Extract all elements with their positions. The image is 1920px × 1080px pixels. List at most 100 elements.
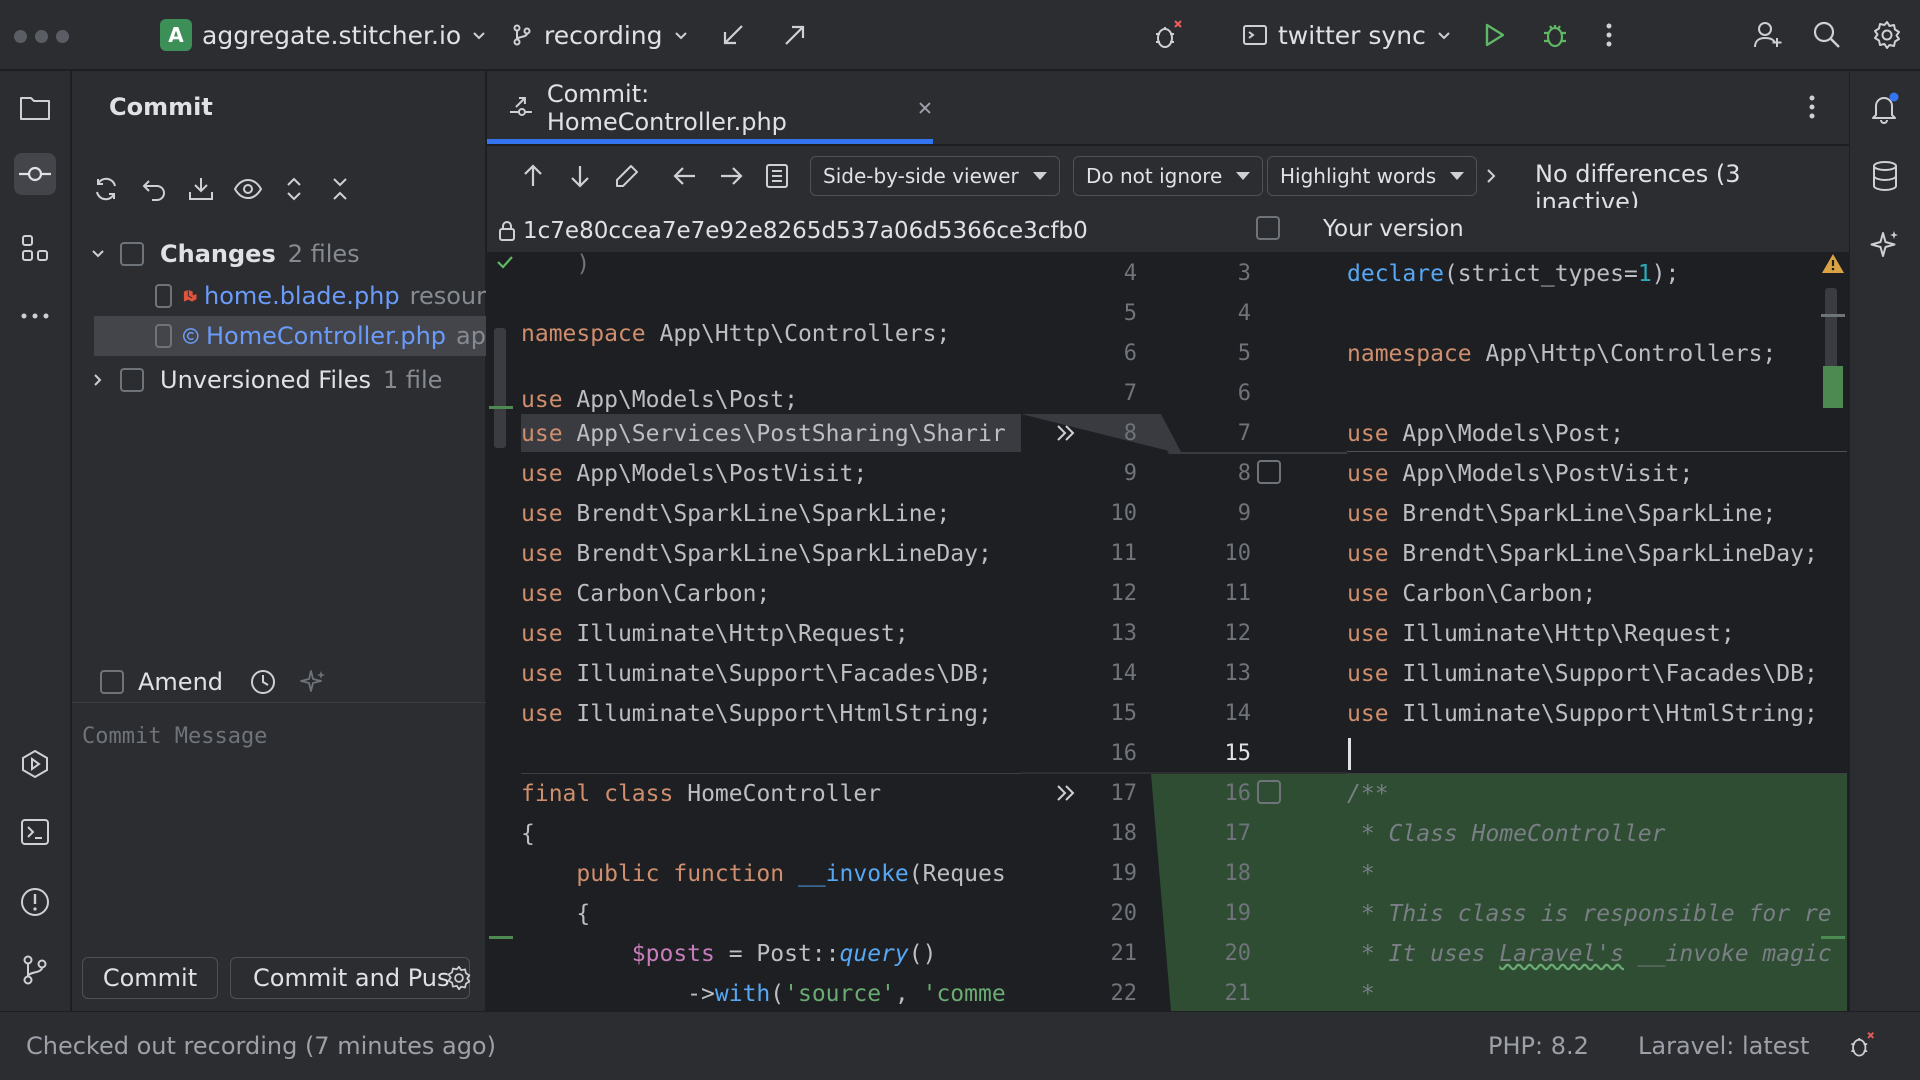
commit-and-push-button[interactable]: Commit and Pus xyxy=(230,957,470,999)
code-with-me-button[interactable] xyxy=(1752,14,1784,56)
project-badge: A xyxy=(160,19,192,51)
code-line: use Brendt\SparkLine\SparkLineDay; xyxy=(521,541,992,567)
next-file-button[interactable] xyxy=(717,162,745,190)
git-tool-button[interactable] xyxy=(14,949,56,991)
code-line: use App\Models\Post; xyxy=(1347,421,1624,447)
download-icon xyxy=(189,178,213,200)
services-tool-button[interactable] xyxy=(14,743,56,785)
right-line-number: 16 xyxy=(1224,781,1252,806)
left-code-pane[interactable]: ) namespace App\Http\Controllers; use Ap… xyxy=(487,252,1021,1011)
status-message[interactable]: Checked out recording (7 minutes ago) xyxy=(26,1032,496,1060)
code-line: { xyxy=(521,821,535,847)
code-line: namespace App\Http\Controllers; xyxy=(521,321,951,347)
more-toolbar-button[interactable] xyxy=(1483,166,1499,186)
settings-button[interactable] xyxy=(1872,14,1902,56)
right-line-number: 18 xyxy=(1224,861,1252,886)
viewer-mode-dropdown[interactable]: Side-by-side viewer xyxy=(810,156,1060,196)
laravel-version[interactable]: Laravel: latest xyxy=(1638,1032,1809,1060)
branch-selector[interactable]: recording xyxy=(510,14,689,56)
left-line-number: 11 xyxy=(1110,541,1138,566)
push-button[interactable] xyxy=(782,14,808,56)
tab-options-button[interactable] xyxy=(1807,93,1817,121)
dropdown-arrow-icon xyxy=(1450,172,1465,180)
show-diff-button[interactable] xyxy=(230,171,266,207)
history-clock-icon[interactable] xyxy=(249,668,277,696)
include-change-checkbox[interactable] xyxy=(1257,780,1281,804)
ai-assistant-button[interactable] xyxy=(1864,223,1906,265)
collapse-icon xyxy=(333,178,347,200)
expand-all-button[interactable] xyxy=(276,171,312,207)
code-line: { xyxy=(576,901,591,927)
include-change-checkbox[interactable] xyxy=(1257,460,1281,484)
php-version[interactable]: PHP: 8.2 xyxy=(1488,1032,1589,1060)
project-tool-button[interactable] xyxy=(14,87,56,129)
structure-tool-button[interactable] xyxy=(14,227,56,269)
changes-checkbox[interactable] xyxy=(120,242,144,266)
refresh-button[interactable] xyxy=(88,171,124,207)
run-config-selector[interactable]: twitter sync xyxy=(1242,14,1452,56)
commit-button[interactable]: Commit xyxy=(82,957,218,999)
file-checkbox[interactable] xyxy=(155,324,173,348)
unversioned-group-row[interactable]: Unversioned Files 1 file xyxy=(72,360,486,400)
project-selector[interactable]: A aggregate.stitcher.io xyxy=(160,14,487,56)
left-tool-strip xyxy=(0,71,71,1011)
edit-source-button[interactable] xyxy=(613,162,641,190)
select-all-checkbox[interactable] xyxy=(1256,216,1280,240)
editor-tab-title: Commit: HomeController.php xyxy=(546,80,787,136)
search-everywhere-button[interactable] xyxy=(1812,14,1842,56)
left-line-number: 6 xyxy=(1123,341,1137,366)
debug-status-button[interactable] xyxy=(1150,14,1184,56)
changes-group-row[interactable]: Changes 2 files xyxy=(72,234,486,274)
apply-change-icon[interactable] xyxy=(1055,782,1077,804)
right-line-number: 14 xyxy=(1224,701,1252,726)
update-project-button[interactable] xyxy=(720,14,746,56)
warning-icon xyxy=(1822,254,1844,273)
code-line: namespace App\Http\Controllers; xyxy=(1347,341,1777,367)
left-line-number: 8 xyxy=(1123,421,1137,446)
file-checkbox[interactable] xyxy=(155,284,172,308)
debug-button[interactable] xyxy=(1540,14,1570,56)
changes-label: Changes xyxy=(160,240,276,268)
previous-difference-button[interactable] xyxy=(519,162,547,190)
previous-file-button[interactable] xyxy=(671,162,699,190)
next-difference-button[interactable] xyxy=(566,162,594,190)
run-button[interactable] xyxy=(1480,14,1508,56)
commit-message-placeholder: Commit Message xyxy=(82,724,268,749)
window-menu-dots[interactable] xyxy=(14,30,69,43)
highlight-mode-dropdown[interactable]: Highlight words xyxy=(1267,156,1478,196)
code-line: use Illuminate\Support\Facades\DB; xyxy=(521,661,992,687)
collapse-all-button[interactable] xyxy=(322,171,358,207)
changed-file-row[interactable]: home.blade.php resour xyxy=(72,276,486,316)
right-line-number: 17 xyxy=(1224,821,1252,846)
unversioned-checkbox[interactable] xyxy=(120,368,144,392)
scroll-thumb[interactable] xyxy=(494,328,506,448)
rollback-button[interactable] xyxy=(136,171,172,207)
code-line: use Brendt\SparkLine\SparkLine; xyxy=(1347,501,1777,527)
more-actions-button[interactable] xyxy=(1604,14,1614,56)
apply-change-icon[interactable] xyxy=(1055,422,1077,444)
ignore-mode-dropdown[interactable]: Do not ignore xyxy=(1073,156,1264,196)
code-line: ->with('source', 'comme xyxy=(687,981,1006,1007)
arrow-down-icon xyxy=(571,166,589,188)
arrow-up-right-icon xyxy=(785,25,805,45)
shelve-button[interactable] xyxy=(183,171,219,207)
file-list-button[interactable] xyxy=(763,162,791,190)
commit-tool-button[interactable] xyxy=(14,153,56,195)
terminal-tool-button[interactable] xyxy=(14,811,56,853)
amend-checkbox[interactable] xyxy=(100,669,124,694)
debug-status-indicator[interactable] xyxy=(1846,1030,1876,1060)
notifications-button[interactable] xyxy=(1864,87,1906,129)
ai-sparkle-icon[interactable] xyxy=(299,668,327,696)
editor-tab[interactable]: Commit: HomeController.php xyxy=(487,71,933,145)
more-tools-button[interactable] xyxy=(14,295,56,337)
database-tool-button[interactable] xyxy=(1864,155,1906,197)
commit-options-button[interactable] xyxy=(446,965,472,991)
close-icon[interactable] xyxy=(917,100,933,116)
changed-file-row[interactable]: HomeController.php ap xyxy=(94,316,486,356)
arrow-left-icon xyxy=(673,167,695,185)
problems-tool-button[interactable] xyxy=(14,881,56,923)
right-line-number: 9 xyxy=(1237,501,1251,526)
left-line-number: 18 xyxy=(1110,821,1138,846)
commit-diff-icon xyxy=(509,97,532,116)
right-code-pane[interactable]: declare(strict_types=1); namespace App\H… xyxy=(1347,252,1849,1011)
